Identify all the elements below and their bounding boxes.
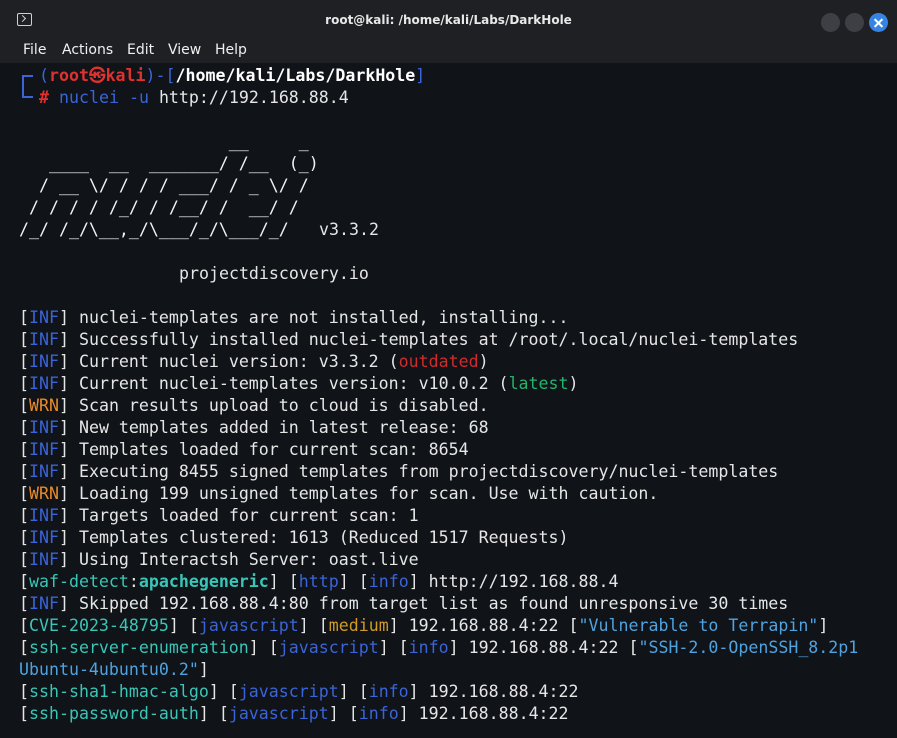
log-line: [INF] Successfully installed nuclei-temp… — [19, 330, 799, 349]
prompt-frame — [22, 75, 33, 98]
finding-line: [ssh-server-enumeration] [javascript] [i… — [19, 638, 859, 657]
command-line: # nuclei -u http://192.168.88.4 — [39, 88, 349, 107]
log-line: [WRN] Scan results upload to cloud is di… — [19, 396, 489, 415]
banner-art-4: / / / / /_/ / /__/ / __/ / — [19, 198, 299, 217]
log-line: [INF] Templates loaded for current scan:… — [19, 440, 469, 459]
finding-line: [ssh-password-auth] [javascript] [info] … — [19, 704, 569, 723]
finding-line: [CVE-2023-48795] [javascript] [medium] 1… — [19, 616, 829, 635]
log-line: [INF] Targets loaded for current scan: 1 — [19, 506, 419, 525]
finding-line-wrap: Ubuntu-4ubuntu0.2"] — [19, 660, 209, 679]
log-line: [INF] Skipped 192.168.88.4:80 from targe… — [19, 594, 789, 613]
title-bar: root@kali: /home/kali/Labs/DarkHole — [0, 0, 897, 39]
log-line: [INF] nuclei-templates are not installed… — [19, 308, 569, 327]
log-line: [INF] Current nuclei-templates version: … — [19, 374, 579, 393]
banner-site: projectdiscovery.io — [179, 264, 369, 283]
log-line: [WRN] Loading 199 unsigned templates for… — [19, 484, 659, 503]
banner-art-2: ____ __ _______/ /__ (_) — [19, 154, 319, 173]
log-line: [INF] Executing 8455 signed templates fr… — [19, 462, 779, 481]
menu-actions[interactable]: Actions — [62, 42, 113, 58]
maximize-button[interactable] — [845, 13, 864, 32]
banner-art-5: /_/ /_/\__,_/\___/_/\___/_/ — [19, 220, 289, 239]
log-line: [INF] Current nuclei version: v3.3.2 (ou… — [19, 352, 489, 371]
prompt-line: (root㉿kali)-[/home/kali/Labs/DarkHole] — [39, 66, 426, 85]
log-line: [INF] Templates clustered: 1613 (Reduced… — [19, 528, 569, 547]
minimize-button[interactable] — [821, 13, 840, 32]
banner-art-1: __ _ — [19, 132, 309, 151]
menu-view[interactable]: View — [168, 42, 201, 58]
finding-line: [waf-detect:apachegeneric] [http] [info]… — [19, 572, 619, 591]
window-title: root@kali: /home/kali/Labs/DarkHole — [325, 13, 572, 27]
banner-version: v3.3.2 — [319, 220, 379, 239]
menu-edit[interactable]: Edit — [127, 42, 154, 58]
log-line: [INF] New templates added in latest rele… — [19, 418, 489, 437]
terminal-output[interactable]: (root㉿kali)-[/home/kali/Labs/DarkHole] #… — [0, 63, 897, 738]
menu-bar: File Actions Edit View Help — [0, 38, 897, 63]
log-line: [INF] Using Interactsh Server: oast.live — [19, 550, 419, 569]
menu-help[interactable]: Help — [215, 42, 247, 58]
menu-file[interactable]: File — [23, 42, 46, 58]
finding-line: [ssh-sha1-hmac-algo] [javascript] [info]… — [19, 682, 579, 701]
close-button[interactable] — [869, 13, 888, 32]
banner-art-3: / __ \/ / / / ___/ / _ \/ / — [19, 176, 309, 195]
